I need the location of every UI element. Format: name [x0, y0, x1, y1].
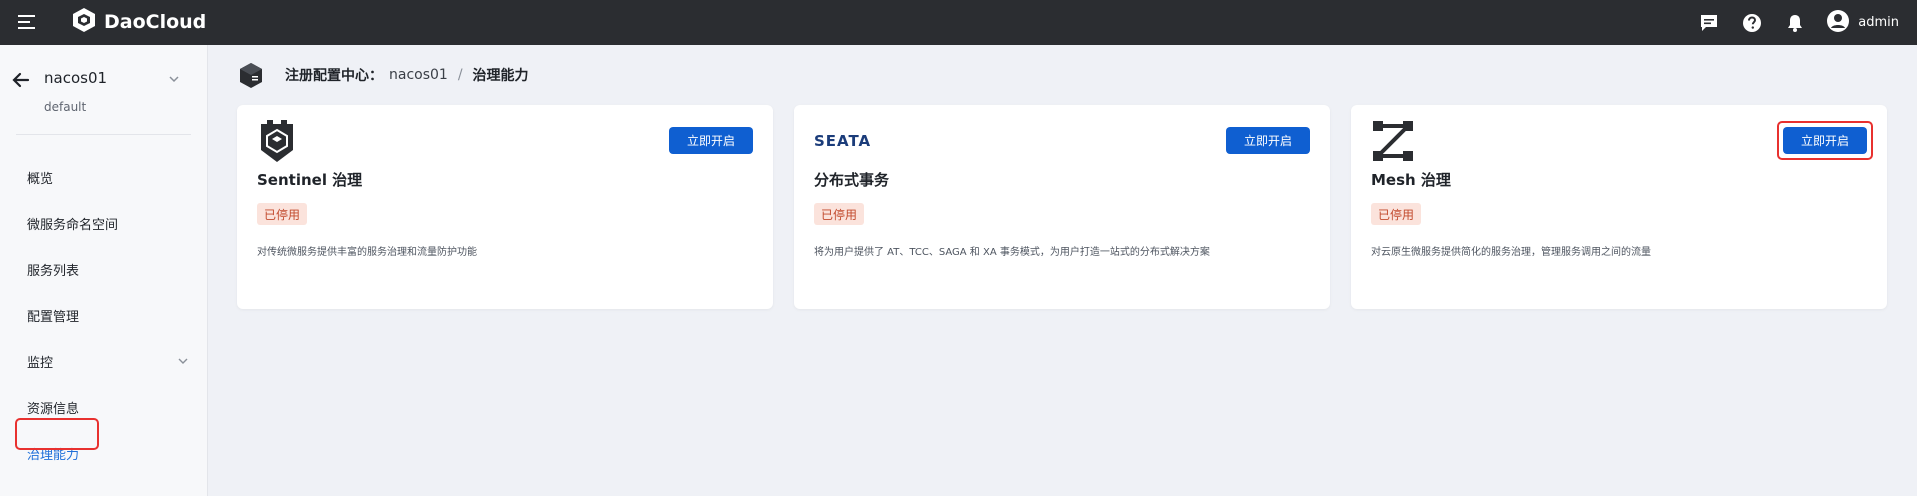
sidebar-item-namespaces[interactable]: 微服务命名空间	[16, 205, 194, 241]
card-description: 对云原生微服务提供简化的服务治理，管理服务调用之间的流量	[1371, 247, 1651, 258]
sidebar-divider	[16, 134, 191, 135]
brand-logo[interactable]: DaoCloud	[70, 6, 206, 38]
sidebar-item-label: 资源信息	[27, 401, 80, 417]
card-sentinel: Sentinel 治理 已停用 对传统微服务提供丰富的服务治理和流量防护功能 立…	[237, 105, 773, 309]
registry-cube-icon	[237, 61, 265, 89]
sidebar-item-label: 监控	[27, 355, 54, 371]
user-name: admin	[1858, 15, 1899, 30]
back-arrow-icon[interactable]	[10, 69, 32, 91]
brand-name: DaoCloud	[104, 11, 207, 33]
sidebar-item-services[interactable]: 服务列表	[16, 251, 194, 287]
message-icon[interactable]	[1697, 11, 1721, 35]
namespace-header: nacos01 default	[0, 45, 208, 135]
status-badge: 已停用	[1371, 203, 1422, 225]
status-badge: 已停用	[257, 203, 308, 225]
breadcrumb-namespace[interactable]: nacos01	[389, 67, 448, 83]
breadcrumb-root[interactable]: 注册配置中心：	[285, 65, 383, 85]
namespace-sub: default	[44, 100, 87, 114]
status-badge: 已停用	[814, 203, 865, 225]
chevron-down-icon	[176, 354, 190, 368]
sentinel-logo-icon	[257, 115, 305, 167]
breadcrumb-separator: /	[457, 67, 463, 83]
sidebar-item-label: 微服务命名空间	[27, 217, 119, 233]
breadcrumb: 注册配置中心： nacos01 / 治理能力	[237, 60, 529, 90]
sidebar-item-resources[interactable]: 资源信息	[16, 389, 194, 425]
top-bar: DaoCloud admin	[0, 0, 1917, 45]
sidebar-item-label: 治理能力	[27, 447, 80, 463]
card-seata: SEATA 分布式事务 已停用 将为用户提供了 AT、TCC、SAGA 和 XA…	[794, 105, 1330, 309]
enable-seata-button[interactable]: 立即开启	[1226, 127, 1310, 154]
card-title: 分布式事务	[814, 171, 890, 189]
sidebar-item-label: 配置管理	[27, 309, 80, 325]
sidebar-item-label: 概览	[27, 171, 54, 187]
namespace-name[interactable]: nacos01	[44, 69, 107, 87]
card-title: Mesh 治理	[1371, 171, 1451, 189]
sidebar-item-config[interactable]: 配置管理	[16, 297, 194, 333]
breadcrumb-current: 治理能力	[472, 68, 529, 84]
chevron-down-icon[interactable]	[166, 71, 182, 87]
sidebar: nacos01 default 概览 微服务命名空间 服务列表 配置管理 监控 …	[0, 45, 208, 496]
menu-toggle-icon[interactable]	[16, 11, 38, 33]
sidebar-item-monitor[interactable]: 监控	[16, 343, 194, 379]
user-avatar-icon	[1826, 9, 1850, 37]
seata-logo-icon: SEATA	[814, 115, 874, 167]
sidebar-item-label: 服务列表	[27, 263, 80, 279]
enable-mesh-button[interactable]: 立即开启	[1783, 127, 1867, 154]
enable-sentinel-button[interactable]: 立即开启	[669, 127, 753, 154]
card-description: 将为用户提供了 AT、TCC、SAGA 和 XA 事务模式，为用户打造一站式的分…	[814, 247, 1210, 258]
help-icon[interactable]	[1740, 11, 1764, 35]
bell-icon[interactable]	[1783, 11, 1807, 35]
card-title: Sentinel 治理	[257, 171, 363, 189]
card-mesh: Mesh 治理 已停用 对云原生微服务提供简化的服务治理，管理服务调用之间的流量…	[1351, 105, 1887, 309]
mesh-logo-icon	[1371, 115, 1419, 167]
daocloud-logo-icon	[70, 6, 98, 39]
sidebar-item-overview[interactable]: 概览	[16, 159, 194, 195]
card-description: 对传统微服务提供丰富的服务治理和流量防护功能	[257, 247, 477, 258]
user-menu[interactable]: admin	[1826, 9, 1899, 37]
seata-logo-text: SEATA	[814, 132, 872, 150]
sidebar-item-governance[interactable]: 治理能力	[16, 435, 194, 471]
